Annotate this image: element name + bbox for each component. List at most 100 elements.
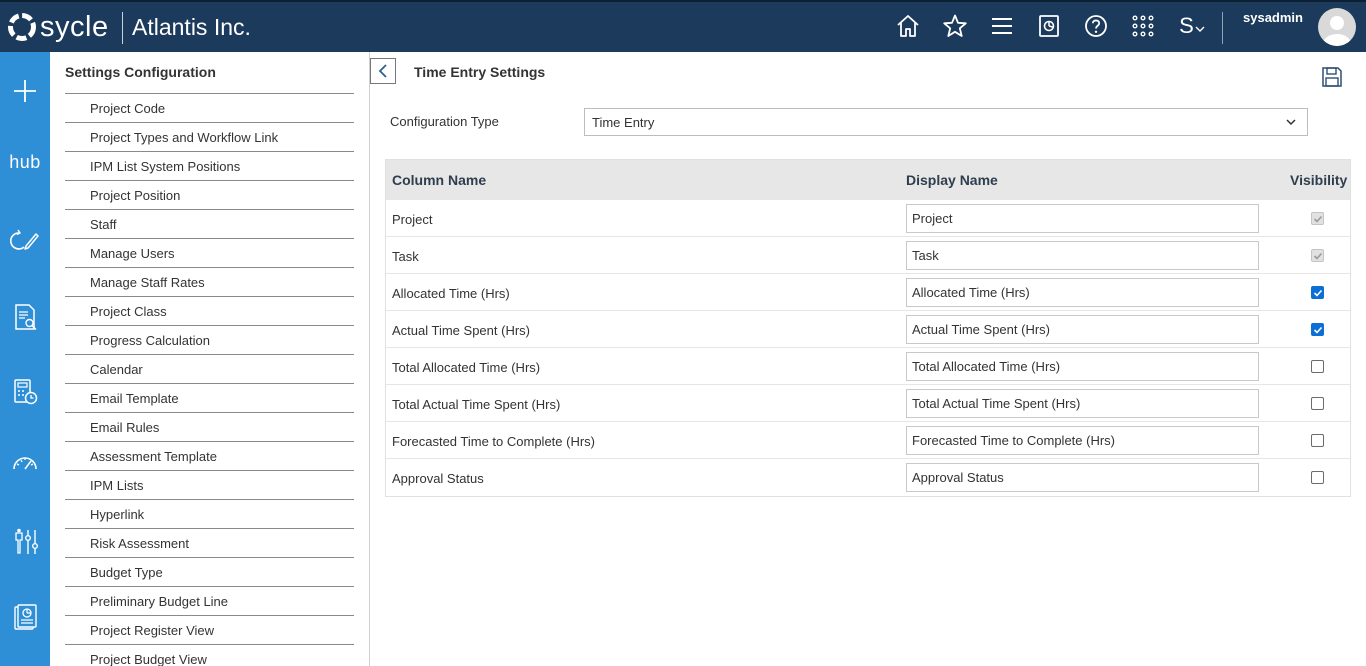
header-visibility[interactable]: Visibility xyxy=(1290,172,1347,188)
settings-item[interactable]: Project Position xyxy=(65,180,354,209)
settings-item[interactable]: Project Budget View xyxy=(65,644,354,666)
home-icon[interactable] xyxy=(893,11,923,41)
hub-label: hub xyxy=(9,151,41,172)
display-name-input[interactable] xyxy=(906,352,1259,381)
checkmark-icon xyxy=(1313,289,1322,297)
left-rail: hub xyxy=(0,52,50,666)
table-row: Task xyxy=(386,237,1350,274)
table-row: Project xyxy=(386,200,1350,237)
checkmark-icon xyxy=(1313,326,1322,334)
settings-item[interactable]: Preliminary Budget Line xyxy=(65,586,354,615)
settings-item[interactable]: Email Rules xyxy=(65,412,354,441)
logo-text: sycle xyxy=(40,10,109,43)
calculator-clock-icon[interactable] xyxy=(0,372,50,412)
column-name-cell: Total Actual Time Spent (Hrs) xyxy=(392,397,561,412)
settings-title: Settings Configuration xyxy=(65,64,216,80)
visibility-checkbox[interactable] xyxy=(1311,471,1324,484)
visibility-checkbox xyxy=(1311,212,1324,225)
grid-header: Column Name Display Name Visibility xyxy=(386,160,1350,200)
table-row: Actual Time Spent (Hrs) xyxy=(386,311,1350,348)
display-name-input[interactable] xyxy=(906,389,1259,418)
header-column-name[interactable]: Column Name xyxy=(392,172,486,188)
visibility-checkbox xyxy=(1311,249,1324,262)
company-name: Atlantis Inc. xyxy=(132,14,251,40)
username[interactable]: sysadmin xyxy=(1243,10,1303,25)
table-row: Allocated Time (Hrs) xyxy=(386,274,1350,311)
report-icon[interactable] xyxy=(0,597,50,637)
add-icon[interactable] xyxy=(0,71,50,111)
grid-body: Project Task Allocated Time (Hrs) Actual Ti… xyxy=(386,200,1350,496)
settings-item[interactable]: Assessment Template xyxy=(65,441,354,470)
settings-item[interactable]: Project Code xyxy=(65,93,354,122)
chevron-left-icon xyxy=(378,64,387,78)
visibility-checkbox[interactable] xyxy=(1311,397,1324,410)
table-row: Forecasted Time to Complete (Hrs) xyxy=(386,422,1350,459)
visibility-checkbox[interactable] xyxy=(1311,323,1324,336)
display-name-input[interactable] xyxy=(906,204,1259,233)
settings-item[interactable]: Budget Type xyxy=(65,557,354,586)
display-name-input[interactable] xyxy=(906,278,1259,307)
settings-item[interactable]: IPM List System Positions xyxy=(65,151,354,180)
save-icon[interactable] xyxy=(1320,65,1344,89)
config-type-select[interactable]: Time Entry xyxy=(584,108,1308,136)
column-name-cell: Allocated Time (Hrs) xyxy=(392,286,510,301)
settings-item[interactable]: IPM Lists xyxy=(65,470,354,499)
display-name-input[interactable] xyxy=(906,463,1259,492)
settings-item[interactable]: Progress Calculation xyxy=(65,325,354,354)
column-name-cell: Forecasted Time to Complete (Hrs) xyxy=(392,434,596,449)
settings-item[interactable]: Project Class xyxy=(65,296,354,325)
settings-item[interactable]: Manage Users xyxy=(65,238,354,267)
page-title: Time Entry Settings xyxy=(414,64,546,80)
settings-item[interactable]: Staff xyxy=(65,209,354,238)
language-glyph: S xyxy=(1179,13,1194,38)
star-icon[interactable] xyxy=(940,11,970,41)
user-divider xyxy=(1222,12,1223,44)
avatar[interactable] xyxy=(1318,8,1356,46)
settings-item[interactable]: Calendar xyxy=(65,354,354,383)
hub-icon[interactable]: hub xyxy=(0,142,50,182)
document-search-icon[interactable] xyxy=(0,297,50,337)
display-name-input[interactable] xyxy=(906,315,1259,344)
display-name-input[interactable] xyxy=(906,241,1259,270)
settings-item[interactable]: Manage Staff Rates xyxy=(65,267,354,296)
menu-icon[interactable] xyxy=(987,11,1017,41)
header-display-name[interactable]: Display Name xyxy=(906,172,998,188)
app-logo[interactable]: sycle xyxy=(6,9,109,45)
visibility-checkbox[interactable] xyxy=(1311,360,1324,373)
settings-item[interactable]: Risk Assessment xyxy=(65,528,354,557)
chevron-down-icon xyxy=(1286,119,1296,126)
staff-settings-icon[interactable] xyxy=(0,522,50,562)
edit-cycle-icon[interactable] xyxy=(0,220,50,260)
column-name-cell: Total Allocated Time (Hrs) xyxy=(392,360,541,375)
config-type-value: Time Entry xyxy=(592,114,655,130)
table-row: Approval Status xyxy=(386,459,1350,496)
settings-panel: Settings Configuration Project Code Proje… xyxy=(50,52,370,666)
display-name-input[interactable] xyxy=(906,426,1259,455)
column-name-cell: Task xyxy=(392,249,419,264)
checkmark-icon xyxy=(1313,215,1322,223)
config-type-label: Configuration Type xyxy=(390,114,499,129)
reports-icon[interactable] xyxy=(1034,11,1064,41)
help-icon[interactable] xyxy=(1081,11,1111,41)
settings-item[interactable]: Project Register View xyxy=(65,615,354,644)
apps-grid-icon[interactable] xyxy=(1128,11,1158,41)
chevron-down-icon xyxy=(1195,26,1205,32)
gauge-icon[interactable] xyxy=(0,444,50,484)
checkmark-icon xyxy=(1313,252,1322,260)
visibility-checkbox[interactable] xyxy=(1311,286,1324,299)
settings-item[interactable]: Hyperlink xyxy=(65,499,354,528)
table-row: Total Allocated Time (Hrs) xyxy=(386,348,1350,385)
column-name-cell: Approval Status xyxy=(392,471,484,486)
time-entry-grid: Column Name Display Name Visibility Proj… xyxy=(385,159,1351,497)
visibility-checkbox[interactable] xyxy=(1311,434,1324,447)
settings-item[interactable]: Email Template xyxy=(65,383,354,412)
column-name-cell: Project xyxy=(392,212,433,227)
logo-ring-icon xyxy=(8,13,36,41)
top-bar: sycle Atlantis Inc. S sysadmin xyxy=(0,0,1366,52)
column-name-cell: Actual Time Spent (Hrs) xyxy=(392,323,530,338)
settings-item[interactable]: Project Types and Workflow Link xyxy=(65,122,354,151)
table-row: Total Actual Time Spent (Hrs) xyxy=(386,385,1350,422)
back-button[interactable] xyxy=(370,58,396,84)
language-icon[interactable]: S xyxy=(1175,11,1209,41)
logo-divider xyxy=(122,12,123,44)
